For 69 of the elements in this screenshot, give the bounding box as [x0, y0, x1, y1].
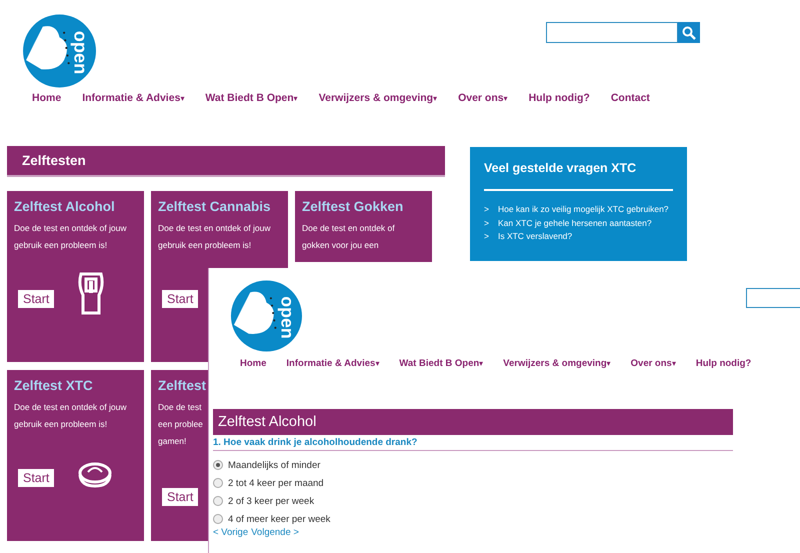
nav-link[interactable]: Informatie & Advies: [286, 358, 376, 369]
faq-link[interactable]: Kan XTC je gehele hersenen aantasten?: [498, 216, 652, 230]
card-text: gebruik een probleem is!: [14, 239, 108, 252]
previous-link[interactable]: < Vorige: [213, 527, 248, 538]
section-title: Zelftesten: [7, 146, 445, 177]
faq-title: Veel gestelde vragen XTC: [484, 161, 638, 175]
start-button[interactable]: Start: [18, 290, 54, 308]
card-text: Doe de test en ontdek of jouw: [158, 222, 270, 235]
nav-link[interactable]: Contact: [610, 92, 650, 104]
nav-link[interactable]: Home: [240, 358, 266, 369]
option-label: 4 of meer keer per week: [228, 514, 330, 524]
card-text: Doe de test: [158, 401, 202, 414]
search-icon: [682, 26, 696, 40]
card-title: Zelftest XTC: [14, 378, 94, 393]
caret-icon[interactable]: ▾: [433, 94, 438, 103]
logo[interactable]: open: [20, 13, 96, 89]
card-text: gebruik een probleem is!: [14, 418, 108, 431]
card-text: gamen!: [158, 435, 186, 448]
caret-icon[interactable]: ▾: [294, 94, 298, 103]
search-field[interactable]: [546, 22, 678, 43]
beer-glass-icon: [77, 271, 105, 317]
start-button[interactable]: Start: [162, 488, 198, 506]
start-button[interactable]: Start: [162, 290, 198, 308]
radio-button[interactable]: [213, 496, 223, 506]
card-title: Zelftest Gokken: [302, 199, 404, 214]
caret-icon[interactable]: ▾: [672, 359, 676, 368]
option-label: 2 tot 4 keer per maand: [228, 478, 324, 488]
search-button[interactable]: [678, 22, 700, 43]
option-label: 2 of 3 keer per week: [228, 496, 314, 506]
card-title: Zelftest Cannabis: [158, 199, 272, 214]
faq-link[interactable]: Is XTC verslavend?: [498, 230, 572, 244]
pill-icon: [77, 460, 113, 490]
nav-link[interactable]: Hulp nodig?: [528, 92, 590, 104]
nav-link[interactable]: Verwijzers & omgeving: [503, 358, 607, 369]
caret-icon[interactable]: ▾: [606, 359, 611, 368]
nav-link[interactable]: Wat Biedt B Open: [399, 358, 480, 369]
nav-link[interactable]: Over ons: [630, 358, 672, 369]
next-link[interactable]: Volgende >: [251, 527, 299, 538]
radio-button[interactable]: [213, 478, 223, 488]
start-button[interactable]: Start: [18, 469, 54, 487]
card-text: een problee: [158, 418, 203, 431]
nav-link[interactable]: Home: [32, 92, 62, 104]
logo[interactable]: open: [228, 279, 302, 353]
caret-icon[interactable]: ▾: [479, 359, 484, 368]
card-title: Zelftest Alcohol: [14, 199, 116, 214]
card-text: Doe de test en ontdek of jouw: [14, 222, 126, 235]
bullet-icon: >: [484, 216, 489, 230]
search-field[interactable]: [746, 288, 800, 308]
card-text: gokken voor jou een: [302, 239, 379, 252]
test-title: Zelftest Alcohol: [213, 409, 733, 435]
card-text: gebruik een probleem is!: [158, 239, 252, 252]
caret-icon[interactable]: ▾: [180, 94, 184, 103]
nav-link[interactable]: Informatie & Advies: [82, 92, 180, 104]
card-text: Doe de test en ontdek of: [302, 222, 395, 235]
nav-link[interactable]: Hulp nodig?: [696, 358, 752, 369]
radio-button[interactable]: [213, 460, 223, 470]
bullet-icon: >: [484, 203, 489, 217]
nav-link[interactable]: Wat Biedt B Open: [205, 92, 294, 104]
card-text: Doe de test en ontdek of jouw: [14, 401, 126, 414]
nav-link[interactable]: Verwijzers & omgeving: [318, 92, 434, 104]
radio-button[interactable]: [213, 514, 223, 524]
caret-icon[interactable]: ▾: [375, 359, 380, 368]
caret-icon[interactable]: ▾: [504, 94, 508, 103]
card-title: Zelftest: [158, 378, 208, 393]
option-label: Maandelijks of minder: [228, 460, 320, 470]
faq-link[interactable]: Hoe kan ik zo veilig mogelijk XTC gebruiken?: [498, 203, 669, 217]
question: 1. Hoe vaak drink je alcoholhoudende drank?: [213, 437, 733, 451]
bullet-icon: >: [484, 230, 489, 244]
nav-link[interactable]: Over ons: [458, 92, 504, 104]
